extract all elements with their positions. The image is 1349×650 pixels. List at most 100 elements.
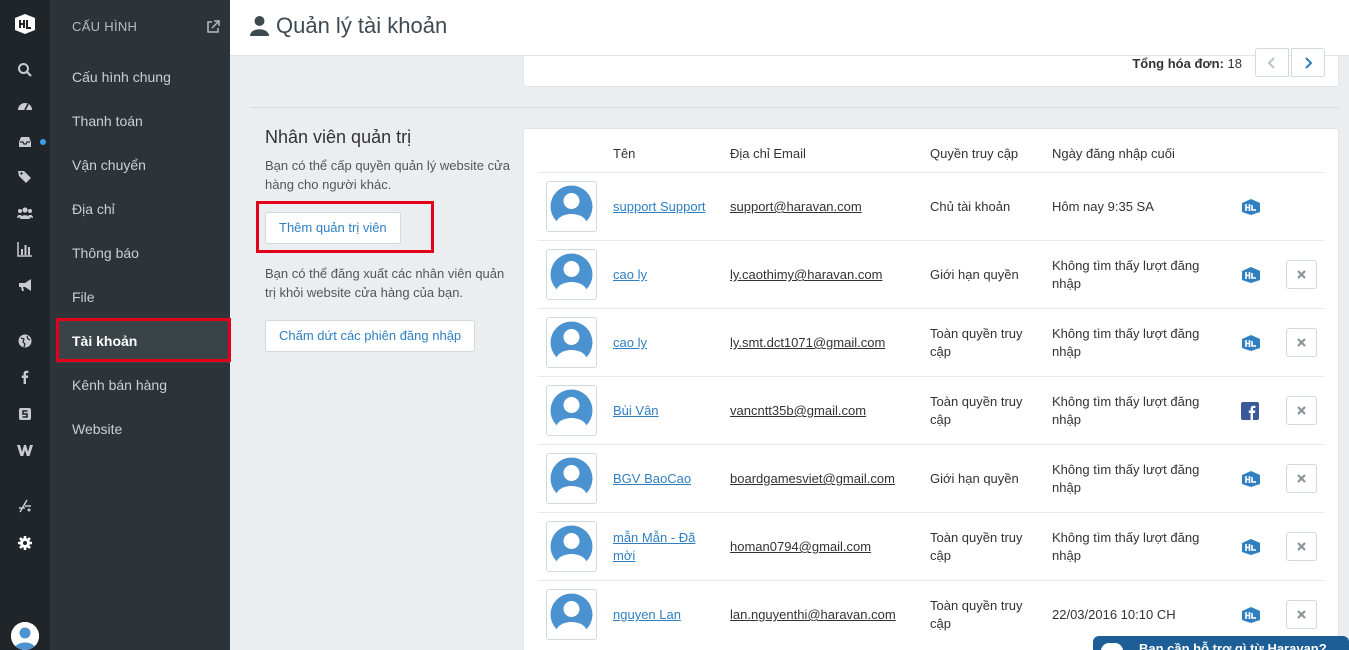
close-icon <box>1297 610 1306 619</box>
user-avatar <box>546 249 597 300</box>
page-title: Quản lý tài khoản <box>276 13 448 38</box>
sidebar-item-notifications[interactable]: Thông báo <box>50 231 230 275</box>
table-row: BGV BaoCao boardgamesviet@gmail.com Giới h… <box>538 444 1324 512</box>
user-name-link[interactable]: Bùi Vân <box>613 402 718 420</box>
page-header: Quản lý tài khoản <box>230 0 1349 56</box>
sidebar-item-sales-channels[interactable]: Kênh bán hàng <box>50 363 230 407</box>
user-name-link[interactable]: BGV BaoCao <box>613 470 718 488</box>
tags-icon[interactable] <box>0 165 50 189</box>
user-name[interactable]: cao ly <box>613 335 647 350</box>
user-icon <box>250 16 269 36</box>
remove-user-button[interactable] <box>1286 532 1317 561</box>
user-avatar <box>546 589 597 640</box>
user-name[interactable]: support Support <box>613 199 706 214</box>
total-orders: Tổng hóa đơn: 18 <box>1132 56 1242 71</box>
bullhorn-icon[interactable] <box>0 273 50 297</box>
user-last-login: Không tìm thấy lượt đăng nhập <box>1052 462 1200 495</box>
remove-user-button[interactable] <box>1286 260 1317 289</box>
user-avatar <box>546 385 597 436</box>
user-email[interactable]: ly.caothimy@haravan.com <box>730 266 882 284</box>
table-row: cao ly ly.caothimy@haravan.com Giới hạn qu… <box>538 240 1324 308</box>
table-row: support Support support@haravan.com Chủ tà… <box>538 172 1324 240</box>
profile-avatar[interactable] <box>11 622 39 650</box>
close-icon <box>1297 474 1306 483</box>
end-sessions-button[interactable]: Chấm dứt các phiên đăng nhập <box>265 320 476 352</box>
external-link-icon[interactable] <box>206 20 220 34</box>
user-last-login: 22/03/2016 10:10 CH <box>1052 607 1176 622</box>
haravan-logo-icon[interactable] <box>13 12 37 36</box>
column-header-permission: Quyền truy cập <box>930 146 1019 161</box>
sidebar-item-address[interactable]: Địa chỉ <box>50 187 230 231</box>
section-divider <box>250 107 1339 108</box>
sidebar-item-shipping[interactable]: Vận chuyển <box>50 143 230 187</box>
next-page-button[interactable] <box>1291 48 1325 77</box>
table-row: mẫn Mẫn - Đã mời homan0794@gmail.com Toàn … <box>538 512 1324 580</box>
add-admin-button[interactable]: Thêm quản trị viên <box>265 212 401 244</box>
remove-user-button[interactable] <box>1286 464 1317 493</box>
remove-user-button[interactable] <box>1286 328 1317 357</box>
user-name[interactable]: cao ly <box>613 267 647 282</box>
web-icon[interactable] <box>0 438 50 462</box>
chat-bubble-icon <box>1101 643 1123 650</box>
users-icon[interactable] <box>0 201 50 225</box>
grant-access-description: Bạn có thể cấp quyền quản lý website cửa… <box>265 158 511 192</box>
user-name-link[interactable]: cao ly <box>613 266 718 284</box>
column-header-email: Địa chỉ Email <box>730 146 806 161</box>
user-email[interactable]: boardgamesviet@gmail.com <box>730 470 895 488</box>
user-name-link[interactable]: cao ly <box>613 334 718 352</box>
user-avatar <box>546 521 597 572</box>
bar-chart-icon[interactable] <box>0 237 50 261</box>
prev-page-button[interactable] <box>1255 48 1289 77</box>
notification-dot <box>40 139 46 145</box>
remove-user-button[interactable] <box>1286 396 1317 425</box>
user-name[interactable]: mẫn Mẫn <box>613 530 667 545</box>
fork-icon[interactable] <box>0 494 50 518</box>
user-email[interactable]: support@haravan.com <box>730 198 862 216</box>
sidebar-item-accounts[interactable]: Tài khoản <box>56 319 230 363</box>
total-label: Tổng hóa đơn: <box>1132 56 1224 71</box>
support-chat-widget[interactable]: Bạn cần hỗ trợ gì từ Haravan? <box>1093 636 1349 650</box>
logout-description: Bạn có thể đăng xuất các nhân viên quản … <box>265 266 505 300</box>
total-value: 18 <box>1227 56 1242 71</box>
settings-icon[interactable] <box>0 531 50 555</box>
user-name[interactable]: Bùi Vân <box>613 403 659 418</box>
close-icon <box>1297 338 1306 347</box>
user-email[interactable]: homan0794@gmail.com <box>730 538 871 556</box>
sidebar-item-general[interactable]: Cấu hình chung <box>50 55 230 99</box>
user-permission: Giới hạn quyền <box>930 267 1019 282</box>
user-name-link[interactable]: mẫn Mẫn - Đã mời <box>613 529 718 565</box>
haravan-icon <box>1241 334 1261 352</box>
settings-sidebar: CẤU HÌNH Cấu hình chung Thanh toán Vận c… <box>50 0 230 650</box>
close-icon <box>1297 270 1306 279</box>
shopee-icon[interactable] <box>0 402 50 426</box>
dashboard-icon[interactable] <box>0 94 50 118</box>
user-name[interactable]: nguyen Lan <box>613 607 681 622</box>
close-icon <box>1297 406 1306 415</box>
user-email[interactable]: lan.nguyenthi@haravan.com <box>730 606 896 624</box>
haravan-icon <box>1241 266 1261 284</box>
user-last-login: Không tìm thấy lượt đăng nhập <box>1052 326 1200 359</box>
facebook-icon[interactable] <box>0 365 50 389</box>
remove-user-button[interactable] <box>1286 600 1317 629</box>
orders-pagination-card: Tổng hóa đơn: 18 <box>523 48 1339 87</box>
user-name[interactable]: BGV BaoCao <box>613 471 691 486</box>
globe-icon[interactable] <box>0 329 50 353</box>
user-last-login: Không tìm thấy lượt đăng nhập <box>1052 394 1200 427</box>
user-last-login: Không tìm thấy lượt đăng nhập <box>1052 258 1200 291</box>
user-email[interactable]: ly.smt.dct1071@gmail.com <box>730 334 885 352</box>
sidebar-item-website[interactable]: Website <box>50 407 230 451</box>
chevron-left-icon <box>1267 56 1275 69</box>
user-permission: Chủ tài khoản <box>930 199 1011 214</box>
sidebar-heading: CẤU HÌNH <box>72 19 138 34</box>
user-avatar <box>546 453 597 504</box>
user-last-login: Hôm nay 9:35 SA <box>1052 199 1154 214</box>
user-name-link[interactable]: support Support <box>613 198 718 216</box>
user-name-link[interactable]: nguyen Lan <box>613 606 718 624</box>
sidebar-item-files[interactable]: File <box>50 275 230 319</box>
search-icon[interactable] <box>0 58 50 82</box>
user-email[interactable]: vancntt35b@gmail.com <box>730 402 866 420</box>
column-header-last-login: Ngày đăng nhập cuối <box>1052 146 1175 161</box>
sidebar-item-payments[interactable]: Thanh toán <box>50 99 230 143</box>
haravan-icon <box>1241 606 1261 624</box>
haravan-icon <box>1241 198 1261 216</box>
